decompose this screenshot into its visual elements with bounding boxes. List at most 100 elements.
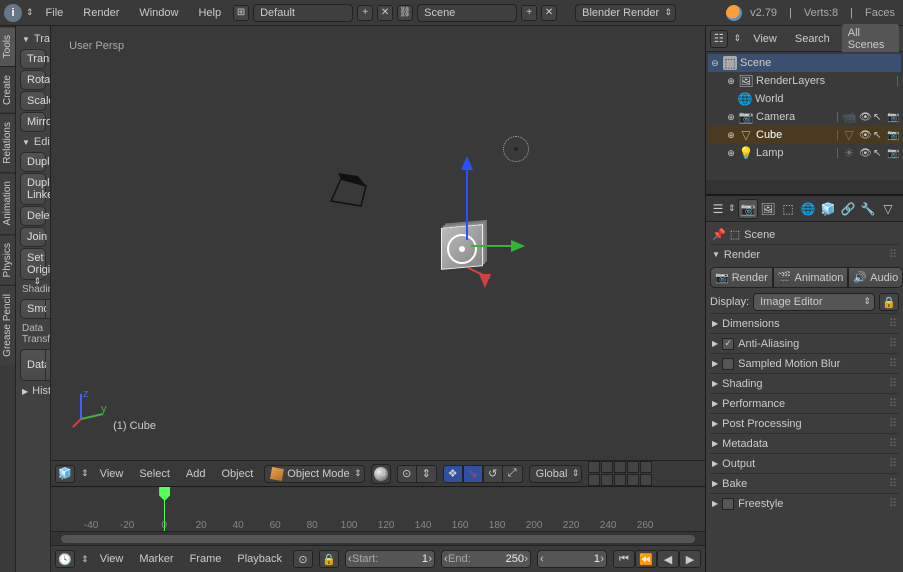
- panel-bake[interactable]: ▶Bake⠿: [710, 473, 899, 493]
- grip-icon[interactable]: ⠿: [889, 357, 897, 370]
- manip-scale-icon[interactable]: ⤢: [503, 465, 523, 483]
- manip-translate-icon[interactable]: ↘: [463, 465, 483, 483]
- data-button[interactable]: Data: [20, 349, 46, 381]
- panel-anti-aliasing[interactable]: ▶✓Anti-Aliasing⠿: [710, 333, 899, 353]
- grip-icon[interactable]: ⠿: [889, 457, 897, 470]
- scene-dropdown[interactable]: [417, 4, 517, 22]
- timeline-editor-icon[interactable]: 🕓: [55, 550, 75, 568]
- grip-icon[interactable]: ⠿: [889, 317, 897, 330]
- render-engine-dropdown[interactable]: Blender Render: [575, 4, 676, 22]
- tl-dd-icon[interactable]: ⇕: [81, 554, 89, 565]
- panel-dimensions[interactable]: ▶Dimensions⠿: [710, 313, 899, 333]
- panel-sampled-motion-blur[interactable]: ▶Sampled Motion Blur⠿: [710, 353, 899, 373]
- jump-start-icon[interactable]: ⏮: [613, 550, 635, 568]
- pin-icon[interactable]: 📌: [712, 228, 726, 241]
- render-tab-icon[interactable]: 📷: [738, 199, 758, 219]
- scene-tab-icon[interactable]: ⬚: [778, 199, 798, 219]
- data-tab-icon[interactable]: ▽: [878, 199, 898, 219]
- panel-output[interactable]: ▶Output⠿: [710, 453, 899, 473]
- pivot-dd-icon[interactable]: ⇕: [417, 465, 437, 483]
- mirror-button[interactable]: Mirror: [20, 112, 46, 132]
- duplicate-linked-button[interactable]: Duplicate Linked: [20, 173, 46, 205]
- select-menu[interactable]: Select: [134, 466, 175, 482]
- visibility-toggle-icon[interactable]: 👁: [859, 148, 871, 159]
- prop-dd-icon[interactable]: ⇕: [728, 203, 738, 214]
- pivot-icon[interactable]: ⊙: [397, 465, 417, 483]
- scene-del-btn[interactable]: ✕: [541, 5, 557, 21]
- selectable-toggle-icon[interactable]: ↖: [873, 130, 885, 141]
- 3d-viewport[interactable]: User Persp: [51, 26, 705, 460]
- checkbox-icon[interactable]: ✓: [722, 338, 734, 350]
- grip-icon[interactable]: ⠿: [889, 397, 897, 410]
- transform-panel-header[interactable]: ▼ Transform: [20, 30, 46, 48]
- panel-shading[interactable]: ▶Shading⠿: [710, 373, 899, 393]
- object-menu[interactable]: Object: [217, 466, 259, 482]
- expand-icon[interactable]: ⊖: [710, 58, 720, 69]
- menu-render[interactable]: Render: [75, 3, 127, 23]
- 3d-manipulator[interactable]: [447, 234, 477, 264]
- end-frame-field[interactable]: End: 250: [441, 550, 531, 568]
- menu-file[interactable]: File: [38, 3, 72, 23]
- menu-window[interactable]: Window: [131, 3, 186, 23]
- selectable-toggle-icon[interactable]: ↖: [873, 112, 885, 123]
- tree-world[interactable]: 🌐 World: [708, 90, 901, 108]
- render-toggle-icon[interactable]: 📷: [887, 130, 899, 141]
- scale-button[interactable]: Scale: [20, 91, 46, 111]
- play-reverse-icon[interactable]: ◀: [657, 550, 679, 568]
- ol-search-menu[interactable]: Search: [789, 30, 836, 48]
- menu-help[interactable]: Help: [190, 3, 229, 23]
- grip-icon[interactable]: ⠿: [889, 337, 897, 350]
- renderlayers-tab-icon[interactable]: 🖼: [758, 199, 778, 219]
- grip-icon[interactable]: ⠿: [889, 377, 897, 390]
- prev-key-icon[interactable]: ⏪: [635, 550, 657, 568]
- shading-dropdown[interactable]: [371, 464, 391, 484]
- panel-metadata[interactable]: ▶Metadata⠿: [710, 433, 899, 453]
- history-panel-header[interactable]: ▶ History: [20, 382, 46, 400]
- world-tab-icon[interactable]: 🌐: [798, 199, 818, 219]
- x-axis-arrow[interactable]: [479, 274, 491, 288]
- lamp-object-icon[interactable]: [503, 136, 529, 162]
- ol-dd-icon[interactable]: ⇕: [734, 33, 742, 44]
- tree-cube[interactable]: ⊕ ▽ Cube | ▽ 👁↖📷: [708, 126, 901, 144]
- editor-type-dd-icon[interactable]: ⇕: [26, 7, 34, 18]
- vtab-create[interactable]: Create: [0, 66, 15, 113]
- delete-button[interactable]: Delete: [20, 206, 46, 226]
- tl-lock-icon[interactable]: 🔒: [319, 550, 339, 568]
- layout-dropdown[interactable]: [253, 4, 353, 22]
- current-frame-field[interactable]: 1: [537, 550, 607, 568]
- layout-add-btn[interactable]: +: [357, 5, 373, 21]
- tree-renderlayers[interactable]: ⊕ 🖼 RenderLayers |: [708, 72, 901, 90]
- expand-icon[interactable]: ⊕: [726, 112, 736, 123]
- start-frame-field[interactable]: Start: 1: [345, 550, 435, 568]
- timeline-scrollbar[interactable]: [51, 532, 705, 546]
- expand-icon[interactable]: ⊕: [726, 148, 736, 159]
- tl-playback-menu[interactable]: Playback: [232, 551, 287, 567]
- display-dropdown[interactable]: Image Editor: [753, 293, 875, 311]
- join-button[interactable]: Join: [20, 227, 46, 247]
- render-panel-header[interactable]: ▼ Render ⠿: [710, 244, 899, 264]
- grip-icon[interactable]: ⠿: [889, 417, 897, 430]
- selectable-toggle-icon[interactable]: ↖: [873, 148, 885, 159]
- grip-icon[interactable]: ⠿: [889, 248, 897, 261]
- tl-view-menu[interactable]: View: [95, 551, 129, 567]
- modifiers-tab-icon[interactable]: 🔧: [858, 199, 878, 219]
- object-tab-icon[interactable]: 🧊: [818, 199, 838, 219]
- lock-interface-icon[interactable]: 🔒: [879, 293, 899, 311]
- tl-range-icon[interactable]: ⊙: [293, 550, 313, 568]
- expand-icon[interactable]: ⊕: [726, 76, 736, 87]
- audio-button[interactable]: 🔊Audio: [848, 267, 903, 288]
- info-editor-icon[interactable]: i: [4, 4, 22, 22]
- editor-type-3dview-icon[interactable]: 🧊: [55, 465, 75, 483]
- outliner-editor-icon[interactable]: ☷: [710, 30, 728, 48]
- 3dhdr-dd-icon[interactable]: ⇕: [81, 468, 89, 479]
- tl-marker-menu[interactable]: Marker: [134, 551, 178, 567]
- expand-icon[interactable]: ⊕: [726, 130, 736, 141]
- tree-camera[interactable]: ⊕ 📷 Camera | 📹 👁↖📷: [708, 108, 901, 126]
- outliner-scrollbar[interactable]: [706, 180, 903, 194]
- edit-panel-header[interactable]: ▼ Edit: [20, 133, 46, 151]
- manipulator-toggle-icon[interactable]: ❖: [443, 465, 463, 483]
- set-origin-dropdown[interactable]: Set Origin: [20, 248, 46, 280]
- grip-icon[interactable]: ⠿: [889, 477, 897, 490]
- constraints-tab-icon[interactable]: 🔗: [838, 199, 858, 219]
- vtab-tools[interactable]: Tools: [0, 26, 15, 66]
